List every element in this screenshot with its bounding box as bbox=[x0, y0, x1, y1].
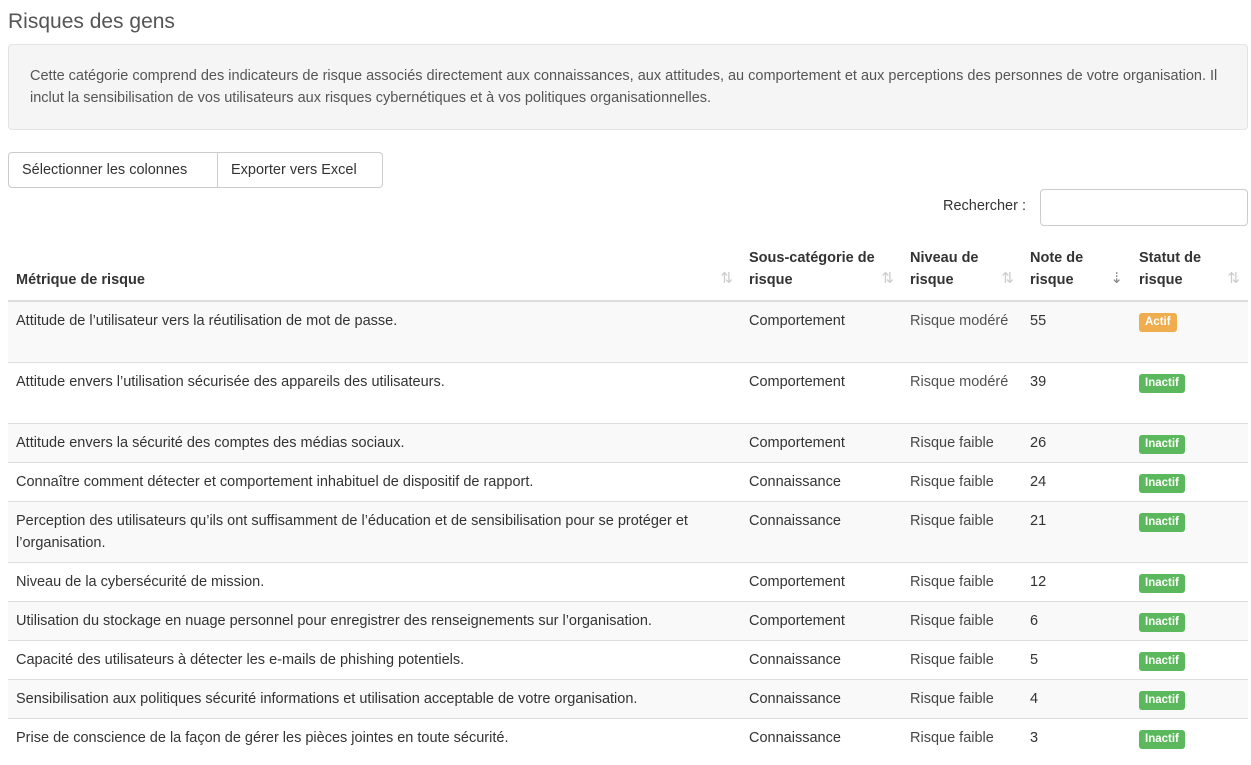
cell-metric: Attitude envers l’utilisation sécurisée … bbox=[8, 361, 741, 423]
sort-both-icon: ⇅ bbox=[1227, 270, 1240, 287]
cell-subcategory: Comportement bbox=[741, 300, 902, 362]
column-header-subcategory[interactable]: Sous-catégorie de risque ⇅ bbox=[741, 241, 902, 302]
column-header-label: Note de risque bbox=[1030, 250, 1084, 288]
status-badge: Actif bbox=[1139, 313, 1177, 332]
status-badge: Inactif bbox=[1139, 612, 1185, 632]
sort-both-icon: ⇅ bbox=[1001, 270, 1014, 287]
select-columns-button[interactable]: Sélectionner les colonnes bbox=[8, 152, 218, 188]
cell-subcategory: Comportement bbox=[741, 561, 902, 601]
table-row: Prise de conscience de la façon de gérer… bbox=[8, 717, 1248, 757]
cell-status: Inactif bbox=[1131, 678, 1248, 718]
cell-risk-level: Risque modéré bbox=[902, 361, 1022, 423]
cell-risk-level: Risque faible bbox=[902, 600, 1022, 640]
column-header-label: Statut de risque bbox=[1139, 250, 1202, 288]
status-badge: Inactif bbox=[1139, 729, 1185, 749]
table-row: Attitude de l’utilisateur vers la réutil… bbox=[8, 300, 1248, 362]
risk-table: Métrique de risque ⇅ Sous-catégorie de r… bbox=[8, 241, 1248, 757]
page-title: Risques des gens bbox=[8, 10, 175, 33]
sort-both-icon: ⇅ bbox=[881, 270, 894, 287]
cell-metric: Sensibilisation aux politiques sécurité … bbox=[8, 678, 741, 718]
status-badge: Inactif bbox=[1139, 512, 1185, 532]
cell-metric: Niveau de la cybersécurité de mission. bbox=[8, 561, 741, 601]
table-row: Niveau de la cybersécurité de mission. Co… bbox=[8, 561, 1248, 601]
cell-risk-score: 24 bbox=[1022, 461, 1131, 501]
table-row: Attitude envers la sécurité des comptes … bbox=[8, 422, 1248, 462]
column-header-level[interactable]: Niveau de risque ⇅ bbox=[902, 241, 1022, 302]
cell-risk-level: Risque faible bbox=[902, 717, 1022, 757]
cell-status: Inactif bbox=[1131, 717, 1248, 757]
cell-subcategory: Connaissance bbox=[741, 678, 902, 718]
cell-metric: Attitude de l’utilisateur vers la réutil… bbox=[8, 300, 741, 362]
cell-subcategory: Connaissance bbox=[741, 639, 902, 679]
table-row: Sensibilisation aux politiques sécurité … bbox=[8, 678, 1248, 718]
search-label: Rechercher : bbox=[943, 198, 1027, 214]
cell-risk-score: 26 bbox=[1022, 422, 1131, 462]
cell-risk-level: Risque faible bbox=[902, 461, 1022, 501]
status-badge: Inactif bbox=[1139, 690, 1185, 710]
category-description: Cette catégorie comprend des indicateurs… bbox=[8, 44, 1248, 130]
status-badge: Inactif bbox=[1139, 651, 1185, 671]
cell-subcategory: Comportement bbox=[741, 361, 902, 423]
status-badge: Inactif bbox=[1139, 434, 1185, 454]
cell-subcategory: Connaissance bbox=[741, 500, 902, 562]
status-badge: Inactif bbox=[1139, 573, 1185, 593]
cell-risk-score: 6 bbox=[1022, 600, 1131, 640]
export-excel-button[interactable]: Exporter vers Excel bbox=[218, 152, 383, 188]
cell-subcategory: Connaissance bbox=[741, 461, 902, 501]
cell-risk-score: 55 bbox=[1022, 300, 1131, 362]
column-header-label: Niveau de risque bbox=[910, 250, 979, 288]
cell-metric: Attitude envers la sécurité des comptes … bbox=[8, 422, 741, 462]
status-badge: Inactif bbox=[1139, 373, 1185, 393]
cell-risk-score: 4 bbox=[1022, 678, 1131, 718]
column-header-score[interactable]: Note de risque ⇣ bbox=[1022, 241, 1131, 302]
table-header-row: Métrique de risque ⇅ Sous-catégorie de r… bbox=[8, 241, 1248, 302]
cell-risk-level: Risque faible bbox=[902, 561, 1022, 601]
cell-metric: Capacité des utilisateurs à détecter les… bbox=[8, 639, 741, 679]
cell-risk-score: 12 bbox=[1022, 561, 1131, 601]
table-row: Attitude envers l’utilisation sécurisée … bbox=[8, 361, 1248, 423]
cell-status: Inactif bbox=[1131, 639, 1248, 679]
cell-risk-score: 21 bbox=[1022, 500, 1131, 562]
column-header-status[interactable]: Statut de risque ⇅ bbox=[1131, 241, 1248, 302]
cell-metric: Utilisation du stockage en nuage personn… bbox=[8, 600, 741, 640]
sort-both-icon: ⇅ bbox=[720, 270, 733, 287]
cell-metric: Prise de conscience de la façon de gérer… bbox=[8, 717, 741, 757]
cell-risk-level: Risque modéré bbox=[902, 300, 1022, 362]
table-toolbar: Sélectionner les colonnes Exporter vers … bbox=[8, 152, 383, 188]
cell-risk-level: Risque faible bbox=[902, 639, 1022, 679]
table-row: Utilisation du stockage en nuage personn… bbox=[8, 600, 1248, 640]
cell-status: Inactif bbox=[1131, 561, 1248, 601]
search-input[interactable] bbox=[1040, 189, 1248, 226]
table-row: Connaître comment détecter et comporteme… bbox=[8, 461, 1248, 501]
cell-subcategory: Comportement bbox=[741, 600, 902, 640]
table-body: Attitude de l’utilisateur vers la réutil… bbox=[8, 300, 1248, 757]
cell-metric: Perception des utilisateurs qu’ils ont s… bbox=[8, 500, 741, 562]
column-header-metric[interactable]: Métrique de risque ⇅ bbox=[8, 241, 741, 302]
cell-risk-level: Risque faible bbox=[902, 422, 1022, 462]
cell-status: Actif bbox=[1131, 300, 1248, 362]
cell-risk-score: 5 bbox=[1022, 639, 1131, 679]
column-header-label: Métrique de risque bbox=[16, 272, 145, 288]
cell-risk-level: Risque faible bbox=[902, 500, 1022, 562]
status-badge: Inactif bbox=[1139, 473, 1185, 493]
cell-risk-score: 3 bbox=[1022, 717, 1131, 757]
cell-risk-score: 39 bbox=[1022, 361, 1131, 423]
cell-subcategory: Connaissance bbox=[741, 717, 902, 757]
cell-metric: Connaître comment détecter et comporteme… bbox=[8, 461, 741, 501]
table-row: Capacité des utilisateurs à détecter les… bbox=[8, 639, 1248, 679]
cell-status: Inactif bbox=[1131, 361, 1248, 423]
column-header-label: Sous-catégorie de risque bbox=[749, 250, 875, 288]
cell-status: Inactif bbox=[1131, 422, 1248, 462]
sort-descending-icon: ⇣ bbox=[1110, 270, 1123, 287]
cell-status: Inactif bbox=[1131, 461, 1248, 501]
cell-status: Inactif bbox=[1131, 600, 1248, 640]
cell-status: Inactif bbox=[1131, 500, 1248, 562]
table-row: Perception des utilisateurs qu’ils ont s… bbox=[8, 500, 1248, 562]
cell-subcategory: Comportement bbox=[741, 422, 902, 462]
cell-risk-level: Risque faible bbox=[902, 678, 1022, 718]
